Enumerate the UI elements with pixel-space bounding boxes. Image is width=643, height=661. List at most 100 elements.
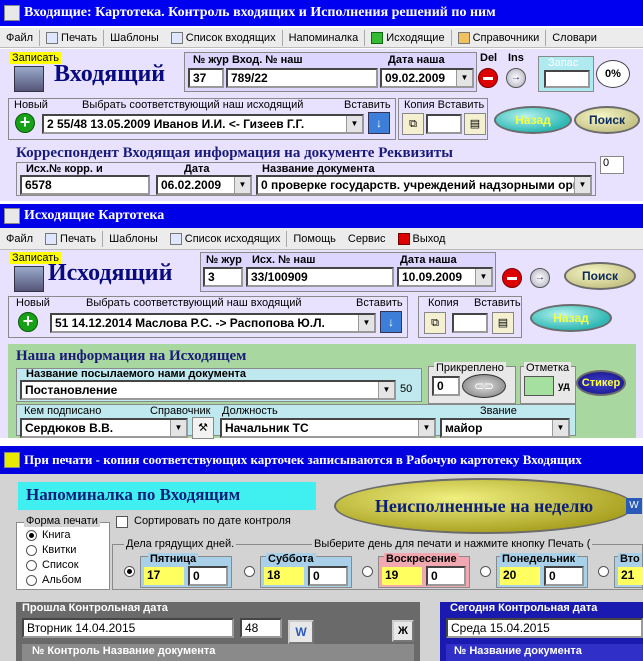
- our-date-picker[interactable]: 10.09.2009: [397, 267, 493, 287]
- our-date-picker[interactable]: 09.02.2009: [380, 68, 474, 88]
- sticker-button[interactable]: Стикер: [576, 370, 626, 396]
- outgoing-corr-number-label: Исх.№ корр. и: [26, 163, 103, 175]
- outgoing-window-title: Исходящие Картотека: [24, 208, 165, 223]
- day-radio-tuesday[interactable]: [598, 566, 609, 577]
- undone-week-button[interactable]: Неисполненные на неделю: [334, 478, 634, 534]
- outgoing-select[interactable]: 2 55/48 13.05.2009 Иванов И.И. <- Гизеев…: [42, 114, 364, 134]
- past-word-button[interactable]: W: [288, 620, 314, 644]
- menu-help[interactable]: Помощь: [287, 233, 342, 245]
- day-number-friday: 17: [144, 567, 184, 585]
- reminder-window-titlebar[interactable]: При печати - копии соответствующих карто…: [0, 446, 643, 474]
- copy-field[interactable]: [452, 313, 488, 333]
- insert-label: Вставить: [356, 297, 403, 309]
- signed-by-select[interactable]: Сердюков В.В.: [20, 418, 188, 438]
- reference-tool-icon[interactable]: ⚒: [192, 417, 214, 439]
- form-option-album[interactable]: Альбом: [42, 574, 81, 586]
- doc-date-picker[interactable]: 06.02.2009: [156, 175, 252, 195]
- insert-icon[interactable]: →: [530, 268, 550, 288]
- menu-templates[interactable]: Шаблоны: [104, 32, 165, 44]
- paste-icon[interactable]: ▤: [492, 312, 514, 334]
- day-radio-monday[interactable]: [480, 566, 491, 577]
- copy-icon[interactable]: ⧉: [402, 113, 424, 135]
- outgoing-window-titlebar[interactable]: Исходящие Картотека: [0, 204, 643, 228]
- insert-icon[interactable]: →: [506, 68, 526, 88]
- day-number-monday: 20: [500, 567, 540, 585]
- menu-print[interactable]: Печать: [40, 31, 103, 44]
- outgoing-search-button[interactable]: Поиск: [564, 262, 636, 290]
- app-icon: [4, 5, 20, 21]
- sort-by-control-date-label: Сортировать по дате контроля: [134, 515, 291, 527]
- incoming-select[interactable]: 51 14.12.2014 Маслова Р.С. -> Распопова …: [50, 313, 376, 333]
- day-number-sunday: 19: [382, 567, 422, 585]
- day-number-tuesday: 21: [618, 567, 643, 585]
- insert-down-icon[interactable]: ↓: [380, 311, 402, 333]
- insert-down-icon[interactable]: ↓: [368, 112, 390, 134]
- menu-reminder[interactable]: Напоминалка: [283, 32, 365, 44]
- outgoing-corr-number-field[interactable]: 6578: [20, 175, 150, 195]
- mark-delete[interactable]: уд: [558, 381, 570, 392]
- sort-by-control-date-checkbox[interactable]: [116, 516, 128, 528]
- menu-service[interactable]: Сервис: [342, 233, 392, 245]
- form-option-book[interactable]: Книга: [42, 529, 71, 541]
- form-radio-album[interactable]: [26, 575, 37, 586]
- menu-file[interactable]: Файл: [0, 233, 39, 245]
- day-radio-sunday[interactable]: [362, 566, 373, 577]
- form-radio-book[interactable]: [26, 530, 37, 541]
- del-label: Del: [480, 52, 498, 64]
- menu-file[interactable]: Файл: [0, 32, 39, 44]
- paperclip-icon[interactable]: ⊂⊃: [462, 374, 506, 398]
- past-control-date: Вторник 14.04.2015: [22, 618, 234, 638]
- incoming-window-titlebar[interactable]: Входящие: Картотека. Контроль входящих и…: [0, 0, 643, 26]
- position-select[interactable]: Начальник ТС: [220, 418, 436, 438]
- menu-print[interactable]: Печать: [39, 232, 102, 245]
- menu-dictionaries[interactable]: Словари: [546, 32, 603, 44]
- reserve-field[interactable]: [544, 70, 590, 88]
- menu-templates[interactable]: Шаблоны: [103, 233, 164, 245]
- save-disk-icon[interactable]: [14, 66, 44, 92]
- delete-icon[interactable]: [502, 268, 522, 288]
- copy-icon[interactable]: ⧉: [424, 312, 446, 334]
- mark-field[interactable]: [524, 376, 554, 396]
- menu-exit[interactable]: Выход: [392, 232, 452, 245]
- journal-number-field[interactable]: 3: [203, 267, 243, 287]
- outgoing-number-field[interactable]: 33/100909: [246, 267, 394, 287]
- journal-number-field[interactable]: 37: [188, 68, 224, 88]
- paste-icon[interactable]: ▤: [464, 113, 486, 135]
- form-option-receipts[interactable]: Квитки: [42, 544, 76, 556]
- incoming-search-button[interactable]: Поиск: [574, 106, 640, 134]
- word-icon[interactable]: W: [626, 498, 642, 514]
- back-button[interactable]: Назад: [494, 106, 572, 134]
- day-radio-friday[interactable]: [124, 566, 135, 577]
- menu-outgoing-list[interactable]: Список исходящих: [164, 232, 287, 245]
- menu-incoming-list[interactable]: Список входящих: [165, 31, 282, 44]
- back-button[interactable]: Назад: [530, 304, 612, 332]
- add-new-icon[interactable]: +: [15, 113, 35, 133]
- past-table-header: № Контроль Название документа: [22, 644, 414, 661]
- add-new-icon[interactable]: +: [18, 312, 38, 332]
- form-option-list[interactable]: Список: [42, 559, 79, 571]
- sent-doc-name-select[interactable]: Постановление: [20, 380, 396, 400]
- past-zh-button[interactable]: Ж: [392, 620, 414, 642]
- list-icon: [169, 232, 182, 245]
- doc-date-label: Дата: [184, 163, 210, 175]
- day-name-tuesday: Вто: [618, 553, 642, 565]
- delete-icon[interactable]: [478, 68, 498, 88]
- menu-outgoing[interactable]: Исходящие: [365, 31, 450, 44]
- printer-icon: [45, 232, 58, 245]
- choose-incoming-label: Выбрать соответствующий наш входящий: [86, 297, 302, 309]
- col-control: Контроль: [47, 645, 100, 657]
- save-disk-icon[interactable]: [14, 266, 44, 292]
- day-radio-saturday[interactable]: [244, 566, 255, 577]
- col-doc-name: Название документа: [102, 645, 216, 657]
- mark-label: Отметка: [524, 362, 572, 374]
- incoming-number-field[interactable]: 789/22: [226, 68, 378, 88]
- copy-insert-label: Копия Вставить: [404, 99, 485, 111]
- col-doc-name: Название документа: [469, 645, 582, 657]
- menu-references[interactable]: Справочники: [452, 31, 546, 44]
- copy-field[interactable]: [426, 114, 462, 134]
- form-radio-receipts[interactable]: [26, 545, 37, 556]
- doc-name-select[interactable]: 0 проверке государств. учреждений надзор…: [256, 175, 592, 195]
- rank-select[interactable]: майор: [440, 418, 570, 438]
- form-radio-list[interactable]: [26, 560, 37, 571]
- today-control-date: Среда 15.04.2015: [446, 618, 643, 638]
